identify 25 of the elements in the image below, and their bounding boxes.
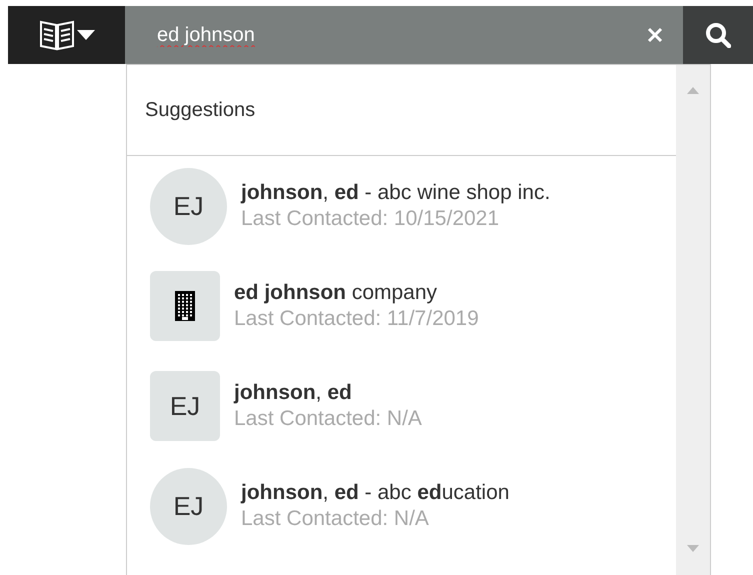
search-bar[interactable]: ed johnson — [125, 6, 683, 64]
suggestion-item[interactable]: EJ johnson, ed - abc education Last Contacted: N/A — [127, 456, 676, 556]
suggestion-item[interactable]: EJ johnson, ed - abc wine shop inc. Last Contacted: 10/15/2021 — [127, 156, 676, 256]
last-contacted: Last Contacted: 10/15/2021 — [241, 207, 500, 231]
caret-icon — [76, 30, 94, 40]
suggestion-title: ed johnson company — [234, 281, 438, 305]
suggestion-title: johnson, ed — [234, 381, 353, 405]
building-icon — [150, 271, 220, 341]
last-contacted: Last Contacted: 11/7/2019 — [234, 307, 479, 331]
search-button[interactable] — [683, 6, 753, 64]
avatar: EJ — [150, 168, 227, 244]
last-contacted: Last Contacted: N/A — [234, 407, 422, 431]
suggestion-title: johnson, ed - abc education — [241, 481, 510, 505]
close-icon — [647, 27, 663, 43]
search-field[interactable]: ed johnson — [155, 22, 647, 48]
menu-button[interactable] — [8, 6, 125, 64]
book-icon — [38, 19, 74, 51]
search-icon — [705, 22, 731, 48]
suggestion-item[interactable]: ed johnson company Last Contacted: 11/7/2019 — [127, 256, 676, 356]
suggestion-title: johnson, ed - abc wine shop inc. — [241, 181, 550, 205]
clear-button[interactable] — [647, 27, 663, 43]
avatar: EJ — [150, 468, 227, 544]
suggestion-item[interactable]: EJ johnson, ed Last Contacted: N/A — [127, 356, 676, 456]
avatar: EJ — [150, 371, 220, 441]
last-contacted: Last Contacted: N/A — [241, 507, 430, 531]
